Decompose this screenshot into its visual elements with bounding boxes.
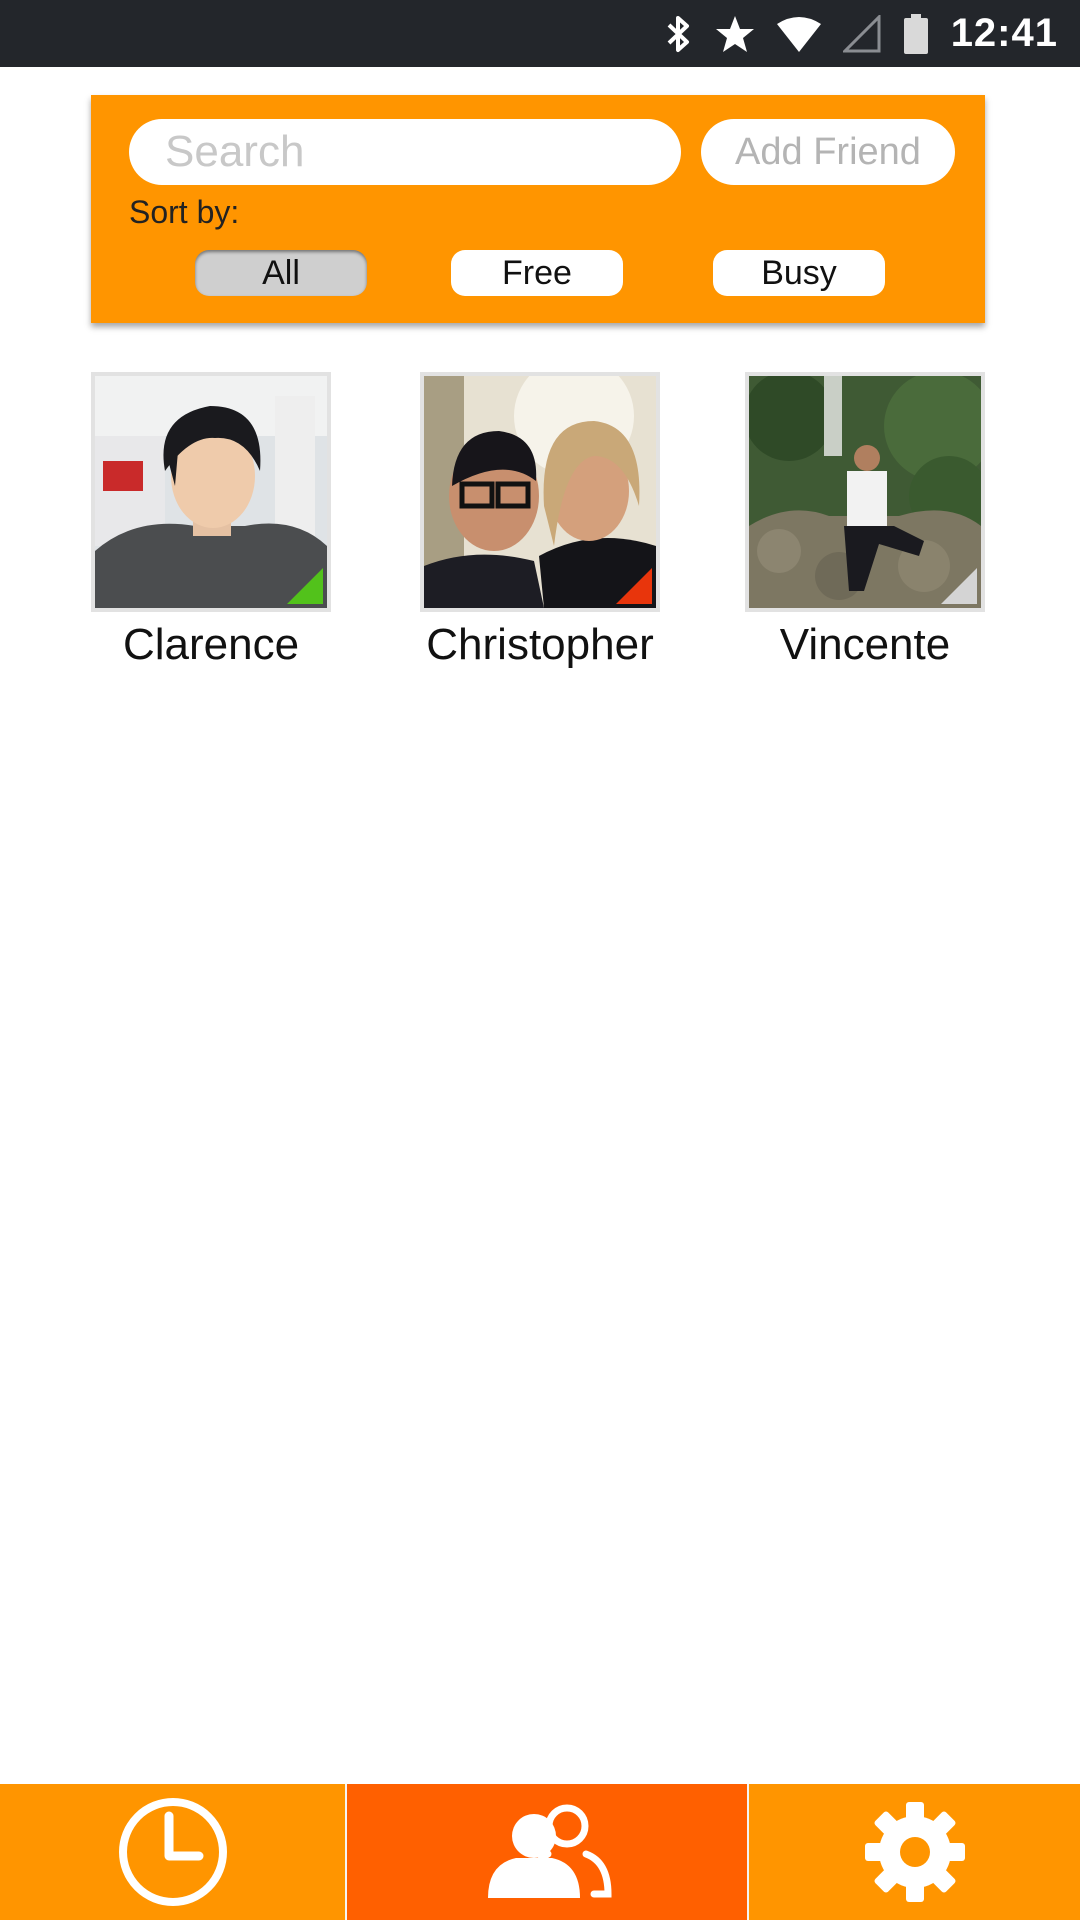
gear-icon [864,1802,965,1902]
friend-photo[interactable] [420,372,660,612]
friend-photo[interactable] [91,372,331,612]
star-icon [715,15,754,52]
friend-name: Christopher [426,620,654,669]
bluetooth-icon [667,15,689,52]
friends-icon [488,1804,612,1898]
status-bar: 12:41 [0,0,1080,67]
filter-all-button[interactable]: All [195,250,367,296]
tab-history[interactable] [0,1784,345,1920]
avatar [424,376,656,608]
avatar [749,376,981,608]
tab-settings[interactable] [749,1784,1080,1920]
friend-name: Clarence [122,620,300,669]
cell-signal-icon [842,14,881,52]
friend-photo[interactable] [745,372,985,612]
friend-card[interactable]: Christopher [420,372,660,670]
tab-friends[interactable] [347,1784,747,1920]
clock-icon [118,1798,227,1906]
bottom-tab-bar [0,1784,1080,1920]
sort-label: Sort by: [129,194,240,230]
add-friend-button[interactable]: Add Friend [701,119,955,185]
friend-card[interactable]: Clarence [91,372,331,670]
search-panel: Add Friend Sort by: All Free Busy [91,95,985,323]
status-time: 12:41 [950,11,1058,55]
friend-name: Vincente [779,620,951,669]
battery-icon [903,13,928,54]
filter-busy-button[interactable]: Busy [713,250,885,296]
wifi-icon [776,16,821,52]
friend-card[interactable]: Vincente [745,372,985,670]
avatar [95,376,327,608]
search-input[interactable] [129,119,681,185]
filter-free-button[interactable]: Free [451,250,623,296]
